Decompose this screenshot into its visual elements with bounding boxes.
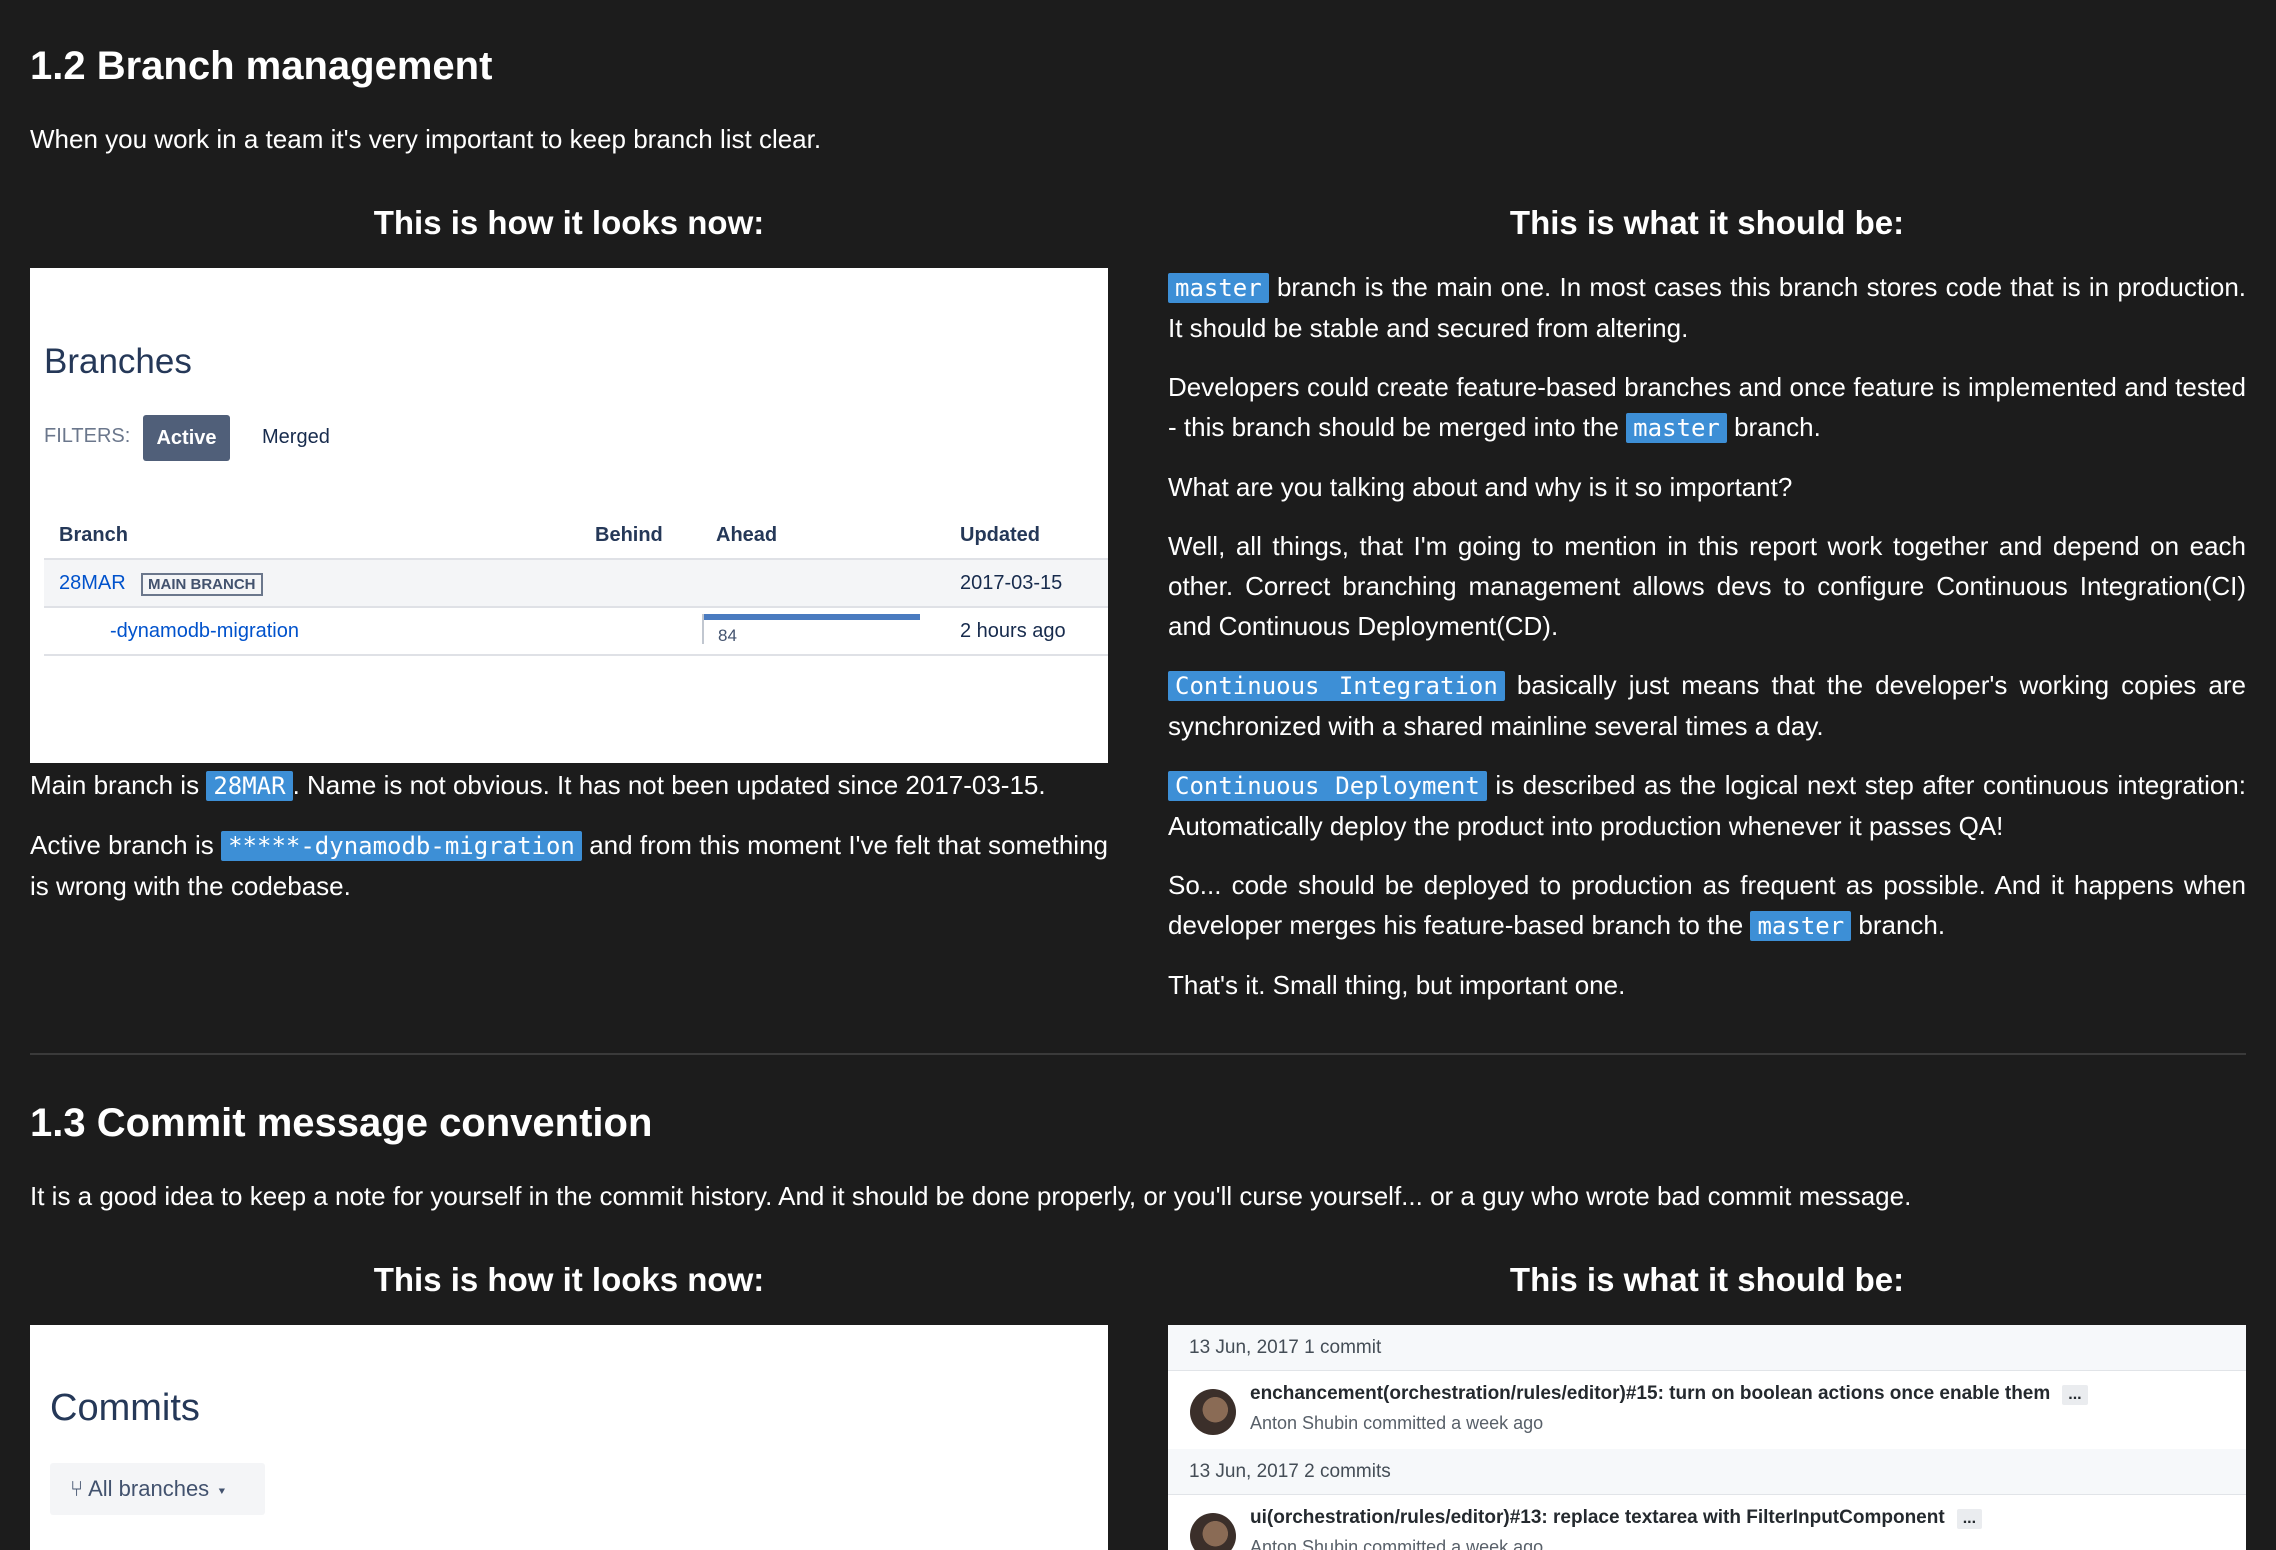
column-header-branch: Branch	[59, 524, 128, 546]
commit-row[interactable]: ui(orchestration/rules/editor)#13: repla…	[1168, 1495, 2246, 1550]
commit-message[interactable]: enchancement(orchestration/rules/editor)…	[1250, 1383, 2088, 1405]
commit-message[interactable]: ui(orchestration/rules/editor)#13: repla…	[1250, 1507, 1983, 1529]
commit-row[interactable]: enchancement(orchestration/rules/editor)…	[1168, 1371, 2246, 1450]
branch-icon: ⑂	[70, 1476, 89, 1501]
branch-link-dynamodb[interactable]: -dynamodb-migration	[110, 620, 299, 643]
right-paragraph-3: What are you talking about and why is it…	[1168, 472, 1793, 502]
code-tag: Continuous Deployment	[1168, 771, 1487, 801]
right-explanation: master branch is the main one. In most c…	[1168, 267, 2246, 1024]
column-header-ahead: Ahead	[716, 524, 778, 546]
commit-message-text: ui(orchestration/rules/editor)#13: repla…	[1250, 1507, 1945, 1528]
left-paragraph-1: Main branch is 28MAR. Name is not obviou…	[30, 765, 1108, 806]
left-explanation: Main branch is 28MAR. Name is not obviou…	[30, 765, 1108, 925]
right-paragraph-1: master branch is the main one. In most c…	[1168, 267, 2246, 348]
table-divider	[44, 654, 1108, 656]
code-tag: 28MAR	[206, 771, 293, 801]
filters-label: FILTERS:	[44, 425, 131, 447]
section-heading-branch-management: 1.2 Branch management	[30, 44, 493, 88]
right-paragraph-2: Developers could create feature-based br…	[1168, 367, 2246, 448]
all-branches-label: All branches	[88, 1476, 210, 1501]
text: Active branch is	[30, 830, 222, 860]
code-tag: master	[1168, 273, 1269, 303]
text: branch is the main one. In most cases th…	[1168, 272, 2246, 343]
section-divider	[30, 1053, 2246, 1055]
commits-screenshot: Commits ⑂ All branches ▾	[30, 1325, 1108, 1550]
column-header-behind: Behind	[595, 524, 663, 546]
ahead-bar	[704, 614, 920, 620]
commit-author: Anton Shubin committed a week ago	[1250, 1537, 1544, 1550]
code-tag: master	[1626, 413, 1727, 443]
text: . Name is not obvious. It has not been u…	[292, 770, 1046, 800]
right-column-title: This is what it should be:	[1509, 204, 1905, 241]
code-tag: *****-dynamodb-migration	[221, 831, 582, 861]
commit-message-text: enchancement(orchestration/rules/editor)…	[1250, 1383, 2051, 1404]
right-paragraph-5: Continuous Integration basically just me…	[1168, 665, 2246, 746]
text: So... code should be deployed to product…	[1168, 870, 2246, 940]
section-heading-commit-convention: 1.3 Commit message convention	[30, 1101, 653, 1145]
left-paragraph-2: Active branch is *****-dynamodb-migratio…	[30, 825, 1108, 906]
ellipsis-button[interactable]: ...	[1956, 1509, 1983, 1529]
right-column-title: This is what it should be:	[1509, 1261, 1905, 1298]
right-paragraph-6: Continuous Deployment is described as th…	[1168, 765, 2246, 846]
avatar[interactable]	[1190, 1389, 1236, 1435]
right-paragraph-7: So... code should be deployed to product…	[1168, 865, 2246, 946]
commits-title: Commits	[50, 1387, 200, 1429]
updated-cell: 2 hours ago	[960, 620, 1066, 642]
code-tag: Continuous Integration	[1168, 671, 1505, 701]
text: branch.	[1851, 910, 1946, 940]
github-commits-screenshot: 13 Jun, 2017 1 commit enchancement(orche…	[1168, 1325, 2246, 1550]
branches-screenshot: Branches FILTERS: Active Merged Branch B…	[30, 268, 1108, 763]
ahead-indicator: 84	[702, 614, 920, 645]
right-paragraph-8: That's it. Small thing, but important on…	[1168, 970, 1626, 1000]
text: Main branch is	[30, 770, 207, 800]
ahead-count: 84	[718, 626, 737, 645]
avatar[interactable]	[1190, 1513, 1236, 1550]
chevron-down-icon: ▾	[209, 1476, 229, 1501]
left-column-title: This is how it looks now:	[373, 1261, 765, 1298]
filter-active-button[interactable]: Active	[143, 415, 230, 461]
right-paragraph-4: Well, all things, that I'm going to ment…	[1168, 531, 2246, 641]
commit-day-header: 13 Jun, 2017 2 commits	[1168, 1449, 2246, 1495]
main-branch-badge: MAIN BRANCH	[141, 573, 263, 596]
commit-author: Anton Shubin committed a week ago	[1250, 1413, 1544, 1433]
section-intro: It is a good idea to keep a note for you…	[30, 1181, 1912, 1211]
commit-day-header: 13 Jun, 2017 1 commit	[1168, 1325, 2246, 1371]
code-tag: master	[1750, 911, 1852, 941]
branch-link-main[interactable]: 28MAR	[59, 572, 126, 595]
text: branch.	[1726, 412, 1821, 442]
left-column-title: This is how it looks now:	[373, 204, 765, 241]
all-branches-dropdown[interactable]: ⑂ All branches ▾	[50, 1463, 265, 1515]
table-divider	[44, 606, 1108, 608]
column-header-updated: Updated	[960, 524, 1040, 546]
section-intro: When you work in a team it's very import…	[30, 124, 822, 154]
branches-title: Branches	[44, 342, 192, 381]
updated-cell: 2017-03-15	[960, 572, 1063, 594]
filter-merged-button[interactable]: Merged	[262, 426, 330, 449]
ellipsis-button[interactable]: ...	[2062, 1385, 2088, 1405]
